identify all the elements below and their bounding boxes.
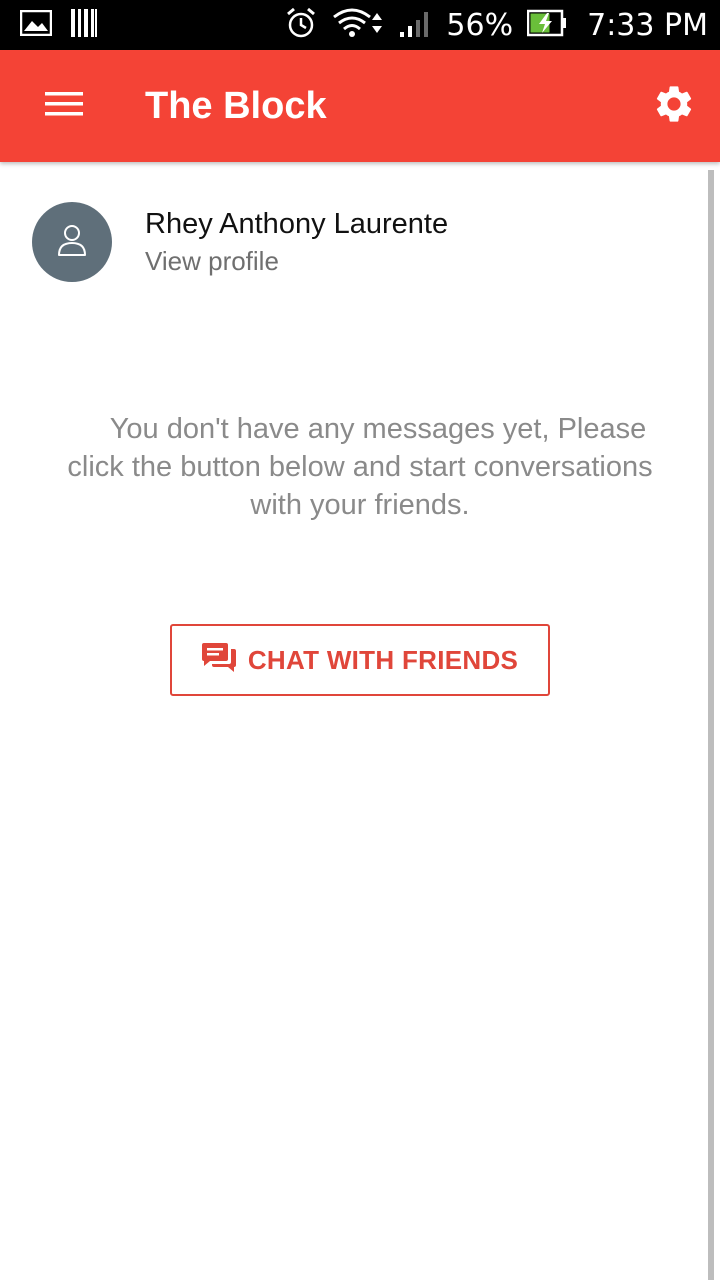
person-icon: [57, 223, 87, 262]
profile-name: Rhey Anthony Laurente: [145, 208, 449, 240]
profile-text: Rhey Anthony Laurente View profile: [145, 205, 448, 279]
battery-charging-icon: [526, 9, 567, 42]
empty-state-message: You don't have any messages yet, Please …: [20, 410, 700, 524]
hamburger-menu-icon: [45, 91, 83, 122]
status-right-icons: 56% 7:33 PM: [284, 6, 708, 45]
alarm-icon: [284, 6, 318, 45]
battery-percent: 56%: [446, 7, 514, 43]
chat-with-friends-button[interactable]: CHAT WITH FRIENDS: [170, 624, 550, 696]
empty-state-line-3: with your friends.: [250, 489, 470, 521]
gear-icon: [652, 82, 696, 131]
view-profile-link[interactable]: View profile: [145, 243, 448, 279]
app-bar: The Block: [0, 50, 720, 162]
chat-with-friends-label: CHAT WITH FRIENDS: [247, 644, 519, 675]
gallery-icon: [19, 9, 53, 41]
status-time: 7:33 PM: [587, 7, 708, 43]
signal-icon: [398, 8, 432, 43]
wifi-icon: [332, 7, 384, 44]
chat-bubbles-icon: [201, 642, 236, 678]
scrollbar[interactable]: [708, 170, 714, 1280]
main-content: Rhey Anthony Laurente View profile You d…: [0, 162, 720, 1280]
barcode-icon: [70, 8, 98, 43]
empty-state-line-2: click the button below and start convers…: [67, 451, 653, 483]
profile-row[interactable]: Rhey Anthony Laurente View profile: [32, 200, 672, 284]
status-bar: 56% 7:33 PM: [0, 0, 720, 50]
empty-state-line-1: You don't have any messages yet, Please: [109, 413, 647, 445]
status-left-icons: [19, 8, 98, 43]
app-title: The Block: [145, 85, 327, 127]
settings-button[interactable]: [648, 80, 700, 132]
avatar: [32, 202, 112, 282]
menu-button[interactable]: [30, 76, 98, 136]
